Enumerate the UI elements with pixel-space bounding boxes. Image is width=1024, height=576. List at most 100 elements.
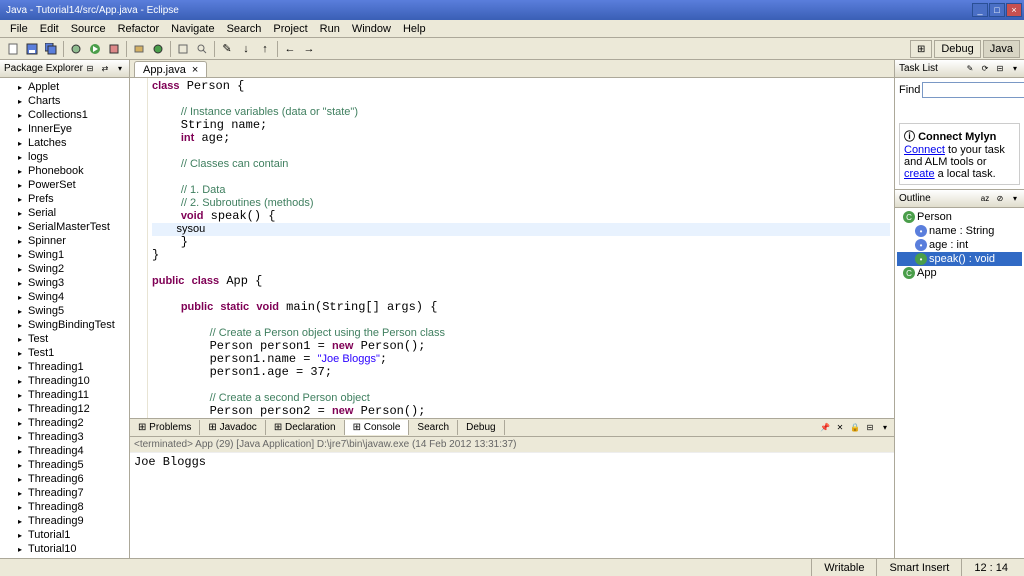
console-menu-icon[interactable]: ▾ — [878, 421, 892, 435]
tree-item[interactable]: ▸Threading7 — [2, 486, 127, 500]
view-tab-declaration[interactable]: ⊞ Declaration — [266, 420, 345, 435]
new-icon[interactable] — [4, 40, 22, 58]
tree-item[interactable]: ▸Threading10 — [2, 374, 127, 388]
tree-item[interactable]: ▸Test — [2, 332, 127, 346]
menu-edit[interactable]: Edit — [34, 21, 65, 37]
menu-file[interactable]: File — [4, 21, 34, 37]
menu-refactor[interactable]: Refactor — [112, 21, 166, 37]
debug-icon[interactable] — [67, 40, 85, 58]
menu-search[interactable]: Search — [221, 21, 268, 37]
search-icon[interactable] — [193, 40, 211, 58]
close-button[interactable]: × — [1006, 3, 1022, 17]
menu-window[interactable]: Window — [346, 21, 397, 37]
tree-item[interactable]: ▸Spinner — [2, 234, 127, 248]
task-sync-icon[interactable]: ⟳ — [978, 62, 992, 76]
tree-item[interactable]: ▸Threading9 — [2, 514, 127, 528]
tree-item[interactable]: ▸Serial — [2, 206, 127, 220]
tree-item[interactable]: ▸Swing4 — [2, 290, 127, 304]
tree-item[interactable]: ▸Applet — [2, 80, 127, 94]
tree-item[interactable]: ▸Swing2 — [2, 262, 127, 276]
outline-item[interactable]: C App — [897, 266, 1022, 280]
tree-item[interactable]: ▸Swing1 — [2, 248, 127, 262]
tree-item[interactable]: ▸Collections1 — [2, 108, 127, 122]
next-annotation-icon[interactable]: ↓ — [237, 40, 255, 58]
debug-perspective-button[interactable]: Debug — [934, 40, 980, 58]
tree-item[interactable]: ▸Threading2 — [2, 416, 127, 430]
outline-tree[interactable]: C Person• name : String• age : int• spea… — [895, 208, 1024, 558]
tree-item[interactable]: ▸SwingBindingTest — [2, 318, 127, 332]
tree-item[interactable]: ▸InnerEye — [2, 122, 127, 136]
new-package-icon[interactable] — [130, 40, 148, 58]
view-tab-debug[interactable]: Debug — [458, 420, 504, 435]
run-last-icon[interactable] — [105, 40, 123, 58]
save-icon[interactable] — [23, 40, 41, 58]
tree-item[interactable]: ▸Threading1 — [2, 360, 127, 374]
tree-item[interactable]: ▸SerialMasterTest — [2, 220, 127, 234]
view-tab-problems[interactable]: ⊞ Problems — [130, 420, 200, 435]
menu-project[interactable]: Project — [267, 21, 313, 37]
outline-item[interactable]: • age : int — [897, 238, 1022, 252]
view-tab-javadoc[interactable]: ⊞ Javadoc — [200, 420, 265, 435]
tree-item[interactable]: ▸Threading3 — [2, 430, 127, 444]
console-scroll-lock-icon[interactable]: 🔒 — [848, 421, 862, 435]
maximize-button[interactable]: □ — [989, 3, 1005, 17]
tree-item[interactable]: ▸Swing3 — [2, 276, 127, 290]
minimize-button[interactable]: _ — [972, 3, 988, 17]
tree-item[interactable]: ▸PowerSet — [2, 178, 127, 192]
run-icon[interactable] — [86, 40, 104, 58]
link-editor-icon[interactable]: ⇄ — [98, 62, 112, 76]
code-editor[interactable]: class Person { // Instance variables (da… — [130, 78, 894, 418]
close-tab-icon[interactable]: × — [192, 64, 198, 76]
mylyn-create-link[interactable]: create — [904, 168, 935, 180]
back-icon[interactable]: ← — [281, 40, 299, 58]
task-collapse-icon[interactable]: ⊟ — [993, 62, 1007, 76]
menu-help[interactable]: Help — [397, 21, 432, 37]
package-explorer-tree[interactable]: ▸Applet▸Charts▸Collections1▸InnerEye▸Lat… — [0, 78, 129, 558]
tree-item[interactable]: ▸Threading4 — [2, 444, 127, 458]
forward-icon[interactable]: → — [300, 40, 318, 58]
task-new-icon[interactable]: ✎ — [963, 62, 977, 76]
tree-item[interactable]: ▸logs — [2, 150, 127, 164]
task-find-input[interactable] — [922, 82, 1024, 98]
java-perspective-button[interactable]: Java — [983, 40, 1020, 58]
prev-annotation-icon[interactable]: ↑ — [256, 40, 274, 58]
console-pin-icon[interactable]: 📌 — [818, 421, 832, 435]
tree-item[interactable]: ▸Threading12 — [2, 402, 127, 416]
tree-item[interactable]: ▸Swing5 — [2, 304, 127, 318]
outline-item[interactable]: • name : String — [897, 224, 1022, 238]
console-clear-icon[interactable]: ✕ — [833, 421, 847, 435]
toggle-mark-icon[interactable]: ✎ — [218, 40, 236, 58]
outline-menu-icon[interactable]: ▾ — [1008, 192, 1022, 206]
editor-tab-app[interactable]: App.java × — [134, 61, 207, 77]
open-type-icon[interactable] — [174, 40, 192, 58]
menu-source[interactable]: Source — [65, 21, 112, 37]
tree-item[interactable]: ▸Phonebook — [2, 164, 127, 178]
save-all-icon[interactable] — [42, 40, 60, 58]
view-tab-search[interactable]: Search — [409, 420, 458, 435]
tree-item[interactable]: ▸Threading5 — [2, 458, 127, 472]
code-area[interactable]: class Person { // Instance variables (da… — [148, 78, 894, 418]
open-perspective-button[interactable]: ⊞ — [910, 40, 932, 58]
outline-item[interactable]: • speak() : void — [897, 252, 1022, 266]
menu-navigate[interactable]: Navigate — [165, 21, 220, 37]
view-tab-console[interactable]: ⊞ Console — [345, 420, 410, 435]
outline-filter-icon[interactable]: ⊘ — [993, 192, 1007, 206]
new-class-icon[interactable] — [149, 40, 167, 58]
tree-item[interactable]: ▸Test1 — [2, 346, 127, 360]
view-menu-icon[interactable]: ▾ — [113, 62, 127, 76]
tree-item[interactable]: ▸Charts — [2, 94, 127, 108]
tree-item[interactable]: ▸Tutorial1 — [2, 528, 127, 542]
task-menu-icon[interactable]: ▾ — [1008, 62, 1022, 76]
outline-sort-icon[interactable]: az — [978, 192, 992, 206]
tree-item[interactable]: ▸Tutorial10 — [2, 542, 127, 556]
console-remove-icon[interactable]: ⊟ — [863, 421, 877, 435]
tree-item[interactable]: ▸Threading11 — [2, 388, 127, 402]
menu-run[interactable]: Run — [314, 21, 346, 37]
mylyn-connect-link[interactable]: Connect — [904, 144, 945, 156]
tree-item[interactable]: ▸Prefs — [2, 192, 127, 206]
tree-item[interactable]: ▸Threading6 — [2, 472, 127, 486]
tree-item[interactable]: ▸Threading8 — [2, 500, 127, 514]
collapse-all-icon[interactable]: ⊟ — [83, 62, 97, 76]
tree-item[interactable]: ▸Latches — [2, 136, 127, 150]
outline-item[interactable]: C Person — [897, 210, 1022, 224]
